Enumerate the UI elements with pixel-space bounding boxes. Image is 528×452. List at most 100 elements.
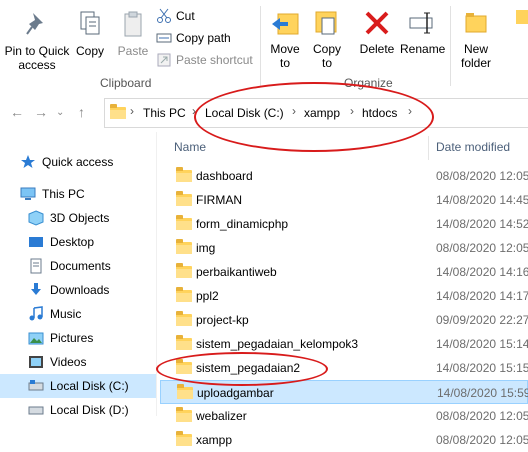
breadcrumb-xampp[interactable]: xampp [304,106,340,120]
ribbon: Pin to Quick access Copy Paste Cut Copy … [0,0,528,93]
file-row[interactable]: webalizer 08/08/2020 12:05 [160,404,528,428]
copy-path-button[interactable]: Copy path [156,29,231,47]
ribbon-separator [260,6,261,86]
nav-item-this-pc[interactable]: This PC [0,182,156,206]
file-row[interactable]: dashboard 08/08/2020 12:05 [160,164,528,188]
address-folder-icon [110,104,126,120]
move-to-button[interactable]: Move to [266,8,304,70]
nav-item-3d-objects[interactable]: 3D Objects [0,206,156,230]
clipboard-icon [124,11,142,37]
new-folder-icon [465,13,487,33]
file-date: 14/08/2020 15:14 [436,337,528,351]
nav-item-documents[interactable]: Documents [0,254,156,278]
file-row[interactable]: form_dinamicphp 14/08/2020 14:52 [160,212,528,236]
organize-group-label: Organize [344,76,393,90]
folder-icon [177,384,193,399]
file-name: sistem_pegadaian2 [196,361,301,375]
nav-item-local-disk-d[interactable]: Local Disk (D:) [0,398,156,422]
file-row[interactable]: img 08/08/2020 12:05 [160,236,528,260]
breadcrumb-chevron-icon[interactable]: › [192,104,196,118]
file-row[interactable]: ppl2 14/08/2020 14:17 [160,284,528,308]
folder-icon [176,263,192,278]
file-row[interactable]: project-kp 09/09/2020 22:27 [160,308,528,332]
copy-button[interactable]: Copy [72,8,108,58]
pictures-icon [28,330,44,346]
file-date: 08/08/2020 12:05 [436,241,528,255]
recent-chevron-icon[interactable]: ⌄ [56,107,64,118]
nav-item-desktop[interactable]: Desktop [0,230,156,254]
breadcrumb-local-disk-c[interactable]: Local Disk (C:) [205,106,284,120]
file-row[interactable]: xampp 08/08/2020 12:05 [160,428,528,452]
new-item-icon[interactable] [516,10,528,24]
pane-divider[interactable] [156,132,157,416]
breadcrumb-htdocs[interactable]: htdocs [362,106,397,120]
file-row[interactable]: uploadgambar 14/08/2020 15:59 [160,380,528,404]
file-name: webalizer [196,409,247,423]
column-header-date-modified[interactable]: Date modified [436,140,510,154]
navigation-pane: Quick access This PC 3D Objects Desktop … [0,132,156,417]
file-date: 08/08/2020 12:05 [436,433,528,447]
column-header-name[interactable]: Name [174,140,206,154]
breadcrumb-chevron-icon[interactable]: › [130,104,134,118]
column-divider[interactable] [428,136,429,160]
nav-item-downloads[interactable]: Downloads [0,278,156,302]
file-row[interactable]: sistem_pegadaian_kelompok3 14/08/2020 15:… [160,332,528,356]
folder-icon [176,335,192,350]
new-folder-button[interactable]: New folder [454,8,498,70]
shortcut-icon [156,52,172,68]
file-date: 14/08/2020 15:59 [437,386,528,400]
breadcrumb-chevron-icon[interactable]: › [350,104,354,118]
file-date: 08/08/2020 12:05 [436,409,528,423]
breadcrumb-chevron-icon[interactable]: › [408,104,412,118]
file-date: 14/08/2020 14:52 [436,217,528,231]
drive-icon [28,378,44,394]
videos-icon [28,354,44,370]
folder-icon [176,311,192,326]
nav-item-music[interactable]: Music [0,302,156,326]
file-name: img [196,241,216,255]
nav-item-quick-access[interactable]: Quick access [0,150,156,174]
folder-icon [176,167,192,182]
computer-icon [20,186,36,202]
copy-icon [80,11,100,35]
pin-to-quick-access-button[interactable]: Pin to Quick access [2,8,72,72]
delete-icon [365,11,389,35]
up-arrow-icon[interactable]: ↑ [78,104,85,120]
rename-button[interactable]: Rename [400,8,445,56]
forward-arrow-icon[interactable]: → [34,104,48,120]
copy-to-button[interactable]: Copy to [308,8,346,70]
ribbon-separator [450,6,451,86]
paste-button[interactable]: Paste [114,8,152,58]
file-date: 14/08/2020 14:16 [436,265,528,279]
folder-icon [176,239,192,254]
file-row[interactable]: sistem_pegadaian2 14/08/2020 15:15 [160,356,528,380]
folder-icon [176,215,192,230]
nav-item-pictures[interactable]: Pictures [0,326,156,350]
paste-shortcut-button[interactable]: Paste shortcut [156,51,253,69]
file-name: perbaikantiweb [196,265,277,279]
cut-button[interactable]: Cut [156,7,195,25]
breadcrumb-this-pc[interactable]: This PC [143,106,186,120]
file-name: ppl2 [196,289,219,303]
breadcrumb-chevron-icon[interactable]: › [292,104,296,118]
nav-item-local-disk-c[interactable]: Local Disk (C:) [0,374,156,398]
folder-icon [176,407,192,422]
file-date: 14/08/2020 14:17 [436,289,528,303]
clipboard-group-label: Clipboard [100,76,152,90]
scissors-icon [156,8,172,24]
pin-icon [26,13,43,35]
file-name: dashboard [196,169,253,183]
file-name: project-kp [196,313,249,327]
cube-icon [28,210,44,226]
file-name: sistem_pegadaian_kelompok3 [196,337,359,351]
copy-to-icon [315,11,337,35]
move-to-icon [272,13,299,35]
nav-item-videos[interactable]: Videos [0,350,156,374]
desktop-icon [28,234,44,250]
file-row[interactable]: FIRMAN 14/08/2020 14:45 [160,188,528,212]
back-arrow-icon[interactable]: ← [10,104,24,120]
delete-button[interactable]: Delete [356,8,398,56]
file-name: FIRMAN [196,193,242,207]
file-date: 14/08/2020 14:45 [436,193,528,207]
file-row[interactable]: perbaikantiweb 14/08/2020 14:16 [160,260,528,284]
